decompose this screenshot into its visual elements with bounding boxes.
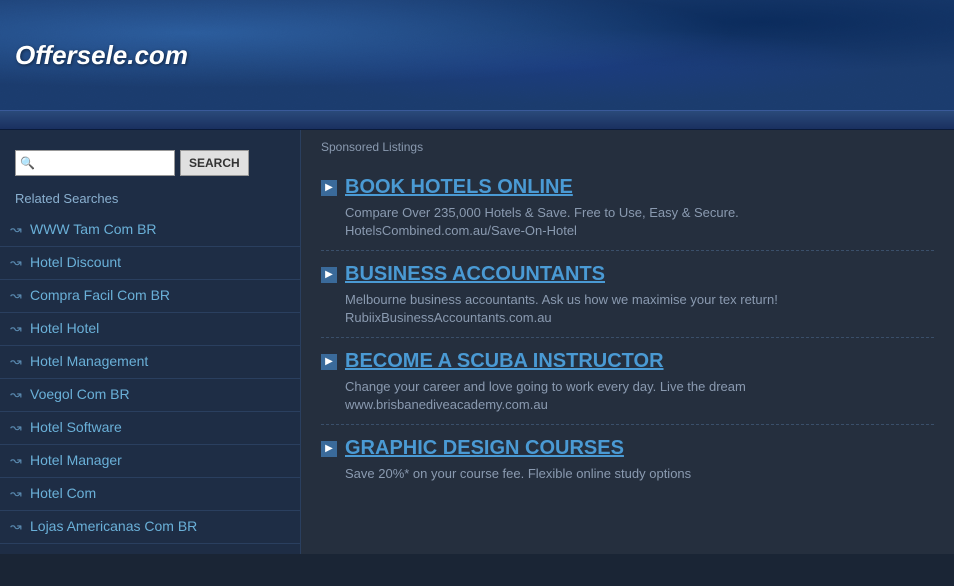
ad-url: www.brisbanediveacademy.com.au	[321, 397, 934, 412]
sidebar-link[interactable]: Lojas Americanas Com BR	[30, 518, 197, 534]
sidebar-nav: WWW Tam Com BR Hotel Discount Compra Fac…	[0, 214, 300, 544]
ad-arrow-icon: ▶	[321, 267, 337, 283]
ad-description: Change your career and love going to wor…	[321, 379, 934, 394]
ad-url: RubiixBusinessAccountants.com.au	[321, 310, 934, 325]
ad-title-row: ▶ GRAPHIC DESIGN COURSES	[321, 437, 934, 460]
search-input-wrapper: 🔍	[15, 150, 175, 176]
site-title[interactable]: Offersele.com	[15, 40, 188, 71]
sidebar-link[interactable]: Hotel Com	[30, 485, 96, 501]
ad-title-link[interactable]: BECOME A SCUBA INSTRUCTOR	[345, 350, 664, 373]
ad-description: Compare Over 235,000 Hotels & Save. Free…	[321, 205, 934, 220]
sidebar-item[interactable]: Compra Facil Com BR	[0, 280, 300, 313]
sidebar: 🔍 SEARCH Related Searches WWW Tam Com BR…	[0, 130, 300, 554]
ad-title-row: ▶ BOOK HOTELS ONLINE	[321, 176, 934, 199]
content-area: Sponsored Listings ▶ BOOK HOTELS ONLINE …	[300, 130, 954, 554]
ad-entry: ▶ BECOME A SCUBA INSTRUCTOR Change your …	[321, 338, 934, 425]
related-searches-label: Related Searches	[0, 186, 300, 214]
ad-title-link[interactable]: GRAPHIC DESIGN COURSES	[345, 437, 624, 460]
ad-entry: ▶ GRAPHIC DESIGN COURSES Save 20%* on yo…	[321, 425, 934, 496]
ad-url: HotelsCombined.com.au/Save-On-Hotel	[321, 223, 934, 238]
sidebar-item[interactable]: Hotel Hotel	[0, 313, 300, 346]
ad-arrow-icon: ▶	[321, 354, 337, 370]
ad-arrow-icon: ▶	[321, 441, 337, 457]
sidebar-link[interactable]: Compra Facil Com BR	[30, 287, 170, 303]
sidebar-item[interactable]: Hotel Software	[0, 412, 300, 445]
ad-entry: ▶ BUSINESS ACCOUNTANTS Melbourne busines…	[321, 251, 934, 338]
search-button[interactable]: SEARCH	[180, 150, 249, 176]
sidebar-link[interactable]: WWW Tam Com BR	[30, 221, 157, 237]
decorative-band	[0, 110, 954, 130]
sidebar-item[interactable]: WWW Tam Com BR	[0, 214, 300, 247]
sidebar-link[interactable]: Hotel Software	[30, 419, 122, 435]
ad-title-row: ▶ BECOME A SCUBA INSTRUCTOR	[321, 350, 934, 373]
ad-arrow-icon: ▶	[321, 180, 337, 196]
sidebar-link[interactable]: Hotel Hotel	[30, 320, 99, 336]
ad-entry: ▶ BOOK HOTELS ONLINE Compare Over 235,00…	[321, 164, 934, 251]
header: Offersele.com	[0, 0, 954, 110]
ad-title-link[interactable]: BOOK HOTELS ONLINE	[345, 176, 573, 199]
ad-description: Melbourne business accountants. Ask us h…	[321, 292, 934, 307]
ad-title-row: ▶ BUSINESS ACCOUNTANTS	[321, 263, 934, 286]
ad-title-link[interactable]: BUSINESS ACCOUNTANTS	[345, 263, 605, 286]
sidebar-item[interactable]: Voegol Com BR	[0, 379, 300, 412]
sidebar-item[interactable]: Hotel Discount	[0, 247, 300, 280]
sidebar-link[interactable]: Hotel Management	[30, 353, 148, 369]
sidebar-item[interactable]: Hotel Manager	[0, 445, 300, 478]
sidebar-link[interactable]: Voegol Com BR	[30, 386, 130, 402]
ad-description: Save 20%* on your course fee. Flexible o…	[321, 466, 934, 481]
search-input[interactable]	[15, 150, 175, 176]
search-icon: 🔍	[20, 156, 35, 170]
sidebar-link[interactable]: Hotel Discount	[30, 254, 121, 270]
sidebar-item[interactable]: Lojas Americanas Com BR	[0, 511, 300, 544]
search-bar: 🔍 SEARCH	[0, 140, 300, 186]
sidebar-item[interactable]: Hotel Management	[0, 346, 300, 379]
sponsored-label: Sponsored Listings	[321, 140, 934, 154]
sidebar-item[interactable]: Hotel Com	[0, 478, 300, 511]
main-area: 🔍 SEARCH Related Searches WWW Tam Com BR…	[0, 130, 954, 554]
sidebar-link[interactable]: Hotel Manager	[30, 452, 122, 468]
